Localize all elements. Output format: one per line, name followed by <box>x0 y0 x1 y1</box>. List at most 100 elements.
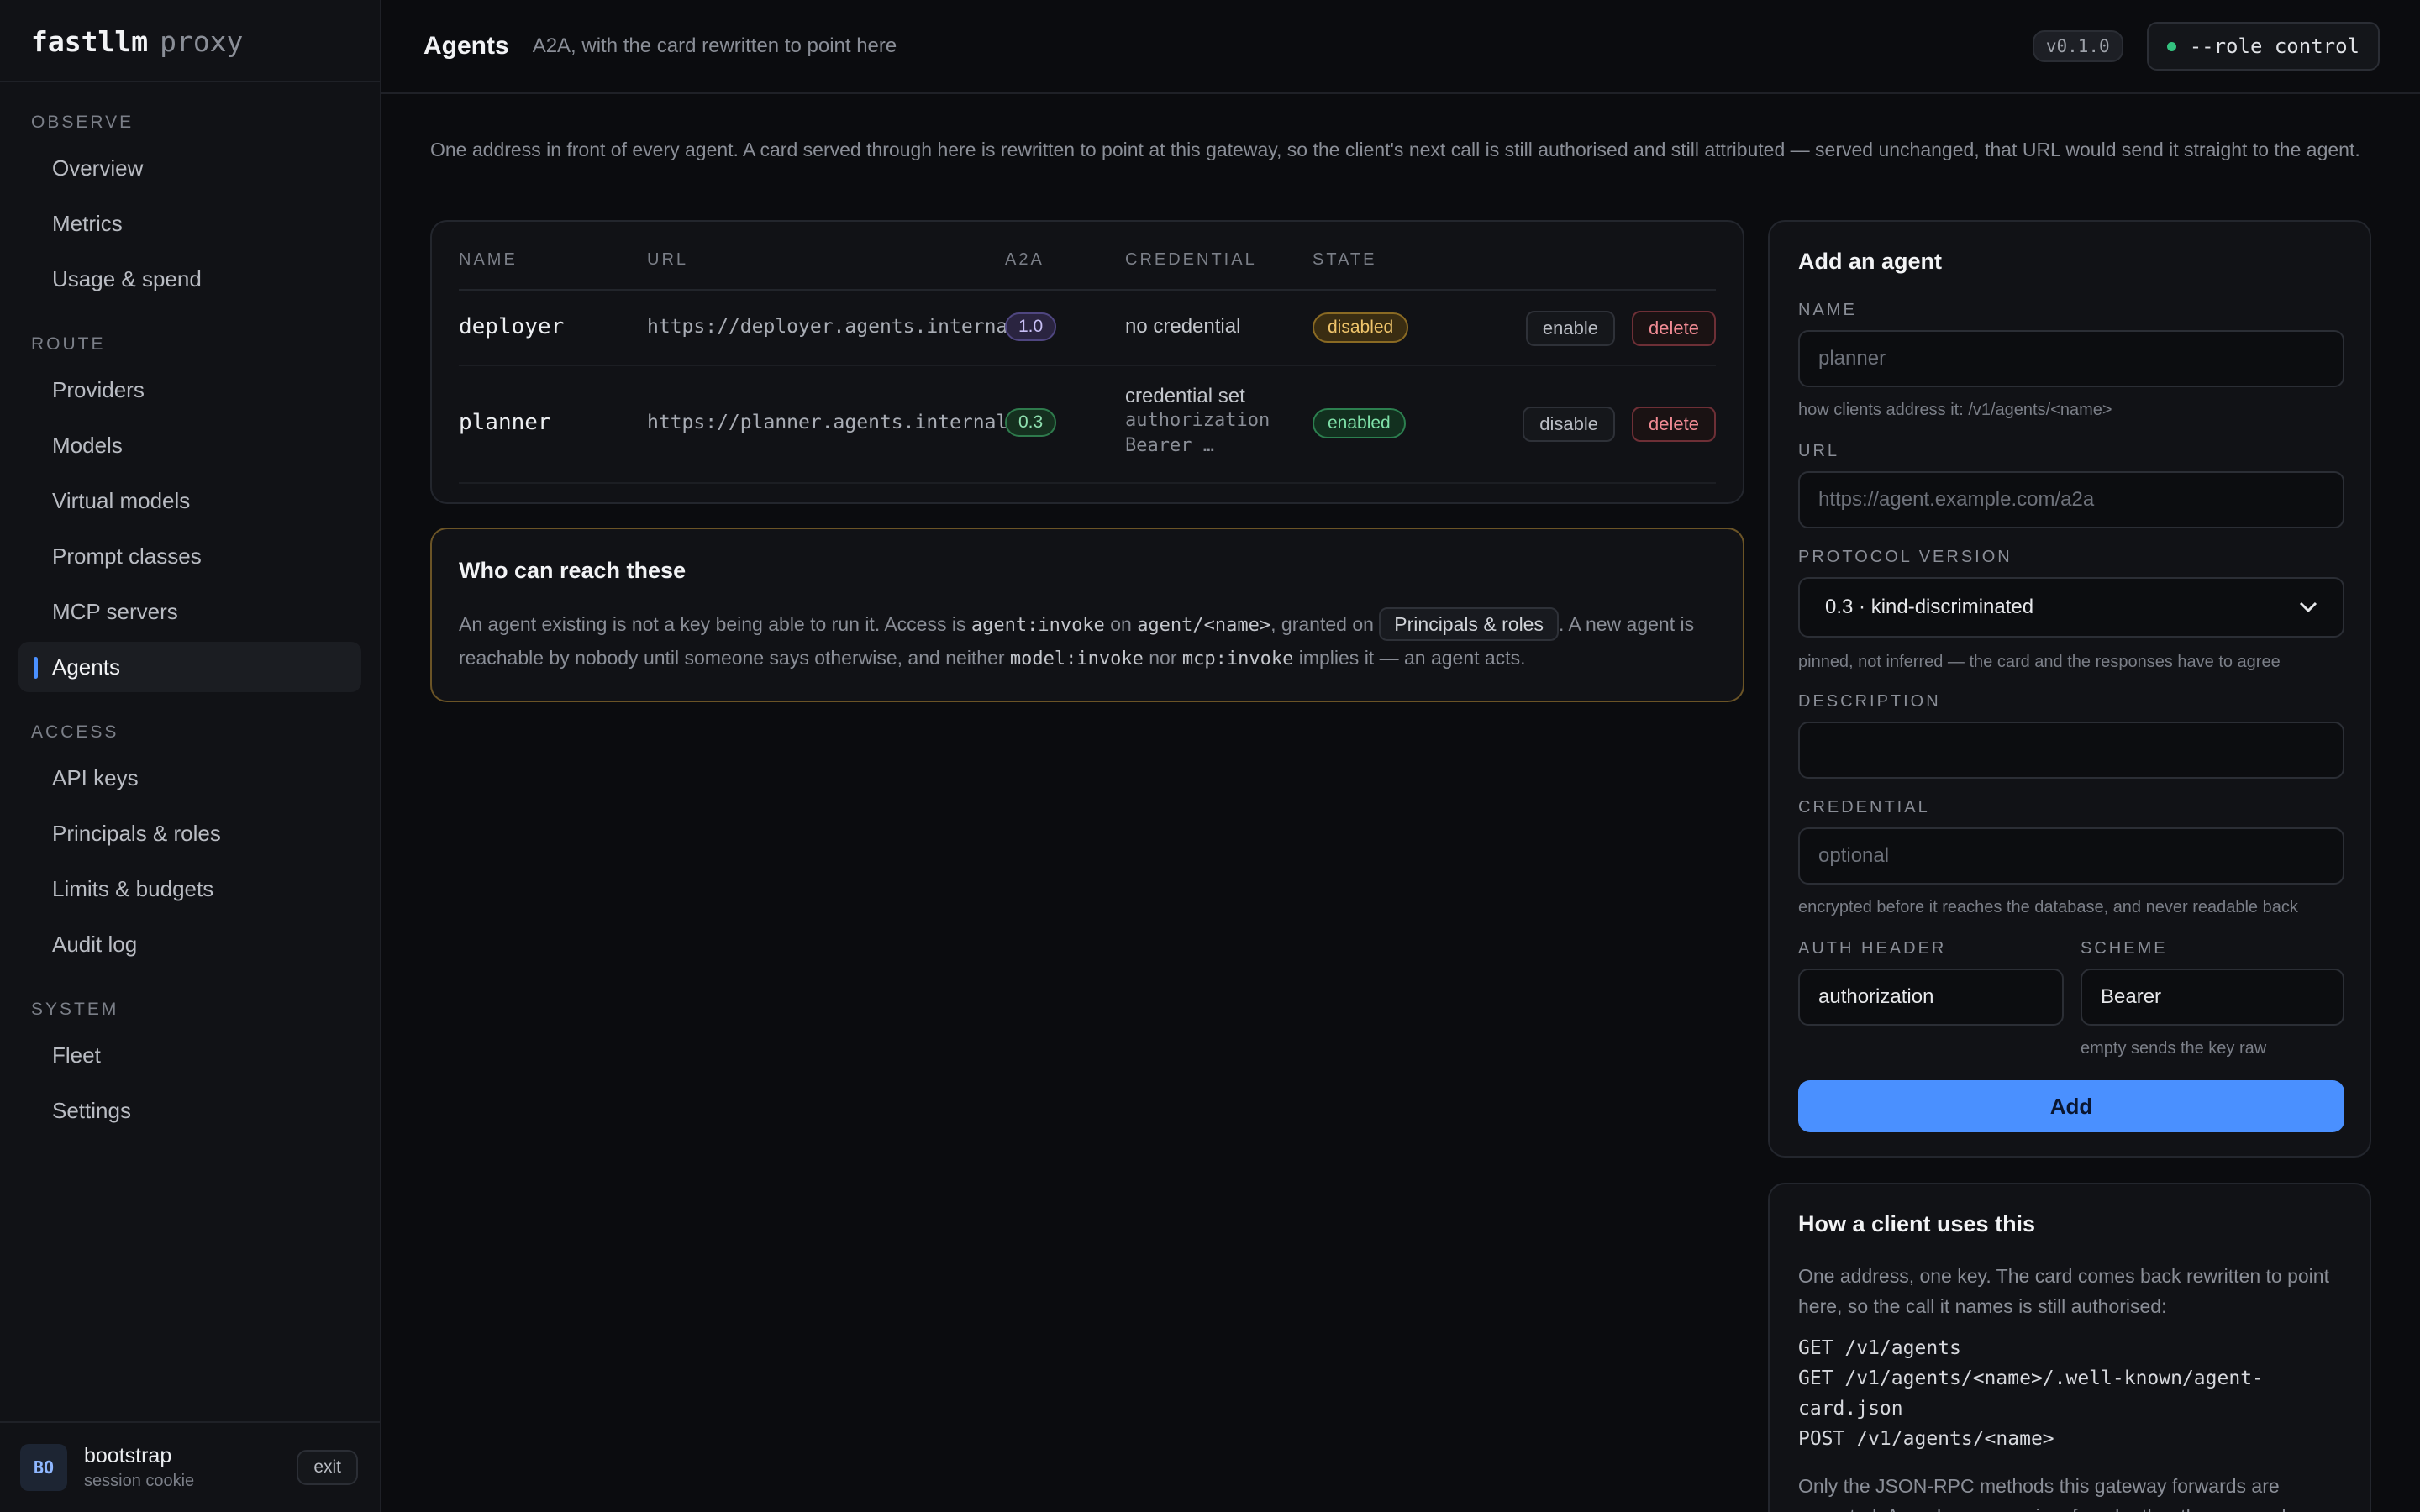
nav-section-title: SYSTEM <box>31 1000 119 1019</box>
sidebar-item-usage-spend[interactable]: Usage & spend <box>18 254 361 304</box>
sidebar-item-overview[interactable]: Overview <box>18 143 361 193</box>
status-dot-icon <box>2166 41 2176 51</box>
description-input[interactable] <box>1798 722 2344 779</box>
page-header: Agents A2A, with the card rewritten to p… <box>381 0 2420 94</box>
column-header-name: NAME <box>459 250 518 269</box>
permission-code: model:invoke <box>1009 648 1144 669</box>
sidebar-item-fleet[interactable]: Fleet <box>18 1030 361 1080</box>
form-title: Add an agent <box>1798 249 1943 274</box>
main-content: Agents A2A, with the card rewritten to p… <box>381 0 2420 1512</box>
nav-section-observe: OBSERVE Overview Metrics Usage & spend <box>0 106 380 304</box>
protocol-field-group: PROTOCOL VERSION 0.3 · kind-discriminate… <box>1798 548 2344 672</box>
sidebar-item-api-keys[interactable]: API keys <box>18 753 361 803</box>
usage-intro-text: One address, one key. The card comes bac… <box>1798 1265 2329 1317</box>
scheme-label: SCHEME <box>2081 939 2168 958</box>
intro-text: One address in front of every agent. A c… <box>430 139 2360 160</box>
credential-status: no credential <box>1125 315 1241 338</box>
user-name: bootstrap <box>84 1444 172 1467</box>
chevron-down-icon <box>2299 601 2317 613</box>
status-badge: enabled <box>1313 408 1406 438</box>
protocol-label: PROTOCOL VERSION <box>1798 548 2012 566</box>
name-input[interactable]: planner <box>1798 330 2344 387</box>
card-title: How a client uses this <box>1798 1211 2036 1236</box>
card-title: Who can reach these <box>459 558 687 583</box>
page-title: Agents <box>424 32 509 60</box>
sidebar: fastllm proxy OBSERVE Overview Metrics Us… <box>0 0 381 1512</box>
sidebar-item-settings[interactable]: Settings <box>18 1085 361 1136</box>
description-label: DESCRIPTION <box>1798 692 1941 711</box>
agents-table: NAME URL A2A CREDENTIAL STATE deployer h… <box>430 220 1744 504</box>
add-agent-button[interactable]: Add <box>1798 1080 2344 1132</box>
user-session-type: session cookie <box>84 1472 195 1490</box>
user-session: BO bootstrap session cookie exit <box>0 1421 380 1512</box>
resource-code: agent/<name> <box>1137 615 1271 636</box>
brand-logo[interactable]: fastllm proxy <box>0 0 380 82</box>
sidebar-item-agents[interactable]: Agents <box>18 642 361 692</box>
url-input[interactable]: https://agent.example.com/a2a <box>1798 471 2344 528</box>
client-usage-card: How a client uses this One address, one … <box>1768 1183 2371 1512</box>
disable-button[interactable]: disable <box>1523 407 1615 442</box>
agent-name: deployer <box>459 314 565 339</box>
endpoint-item: GET /v1/agents <box>1798 1337 1961 1359</box>
sidebar-item-prompt-classes[interactable]: Prompt classes <box>18 531 361 581</box>
enable-button[interactable]: enable <box>1525 311 1615 346</box>
agent-url: https://planner.agents.internal/ <box>647 412 1020 433</box>
nav-section-access: ACCESS API keys Principals & roles Limit… <box>0 716 380 969</box>
sidebar-item-mcp-servers[interactable]: MCP servers <box>18 586 361 637</box>
column-header-credential: CREDENTIAL <box>1125 250 1257 269</box>
access-info-text: An agent existing is not a key being abl… <box>459 607 1716 675</box>
description-field-group: DESCRIPTION <box>1798 692 2344 779</box>
sidebar-item-providers[interactable]: Providers <box>18 365 361 415</box>
sidebar-item-virtual-models[interactable]: Virtual models <box>18 475 361 526</box>
column-header-url: URL <box>647 250 689 269</box>
endpoint-item: GET /v1/agents/<name>/.well-known/agent-… <box>1798 1368 2264 1420</box>
agent-url: https://deployer.agents.internal <box>647 316 1020 338</box>
credential-header: authorization <box>1125 410 1270 431</box>
nav-section-route: ROUTE Providers Models Virtual models Pr… <box>0 328 380 692</box>
url-field-group: URL https://agent.example.com/a2a <box>1798 442 2344 528</box>
url-label: URL <box>1798 442 1840 460</box>
table-header: NAME URL A2A CREDENTIAL STATE <box>459 222 1716 291</box>
nav-section-title: ROUTE <box>31 334 106 354</box>
sidebar-item-principals-roles[interactable]: Principals & roles <box>18 808 361 858</box>
auth-header-label: AUTH HEADER <box>1798 939 1947 958</box>
a2a-version-badge: 0.3 <box>1005 408 1057 437</box>
protocol-hint: pinned, not inferred — the card and the … <box>1798 653 2281 671</box>
status-badge: disabled <box>1313 312 1409 343</box>
nav-section-title: ACCESS <box>31 722 119 742</box>
add-agent-form: Add an agent NAME planner how clients ad… <box>1768 220 2371 1158</box>
scheme-input[interactable]: Bearer <box>2081 969 2344 1026</box>
permission-code: agent:invoke <box>971 615 1105 636</box>
role-label: --role control <box>2189 34 2360 58</box>
delete-button[interactable]: delete <box>1632 407 1716 442</box>
page-subtitle: A2A, with the card rewritten to point he… <box>532 34 897 57</box>
delete-button[interactable]: delete <box>1632 311 1716 346</box>
credential-details: credential set authorization Bearer … <box>1125 385 1270 459</box>
sidebar-item-metrics[interactable]: Metrics <box>18 198 361 249</box>
version-badge: v0.1.0 <box>2032 30 2123 62</box>
usage-note-text: Only the JSON-RPC methods this gateway f… <box>1798 1475 2286 1512</box>
exit-button[interactable]: exit <box>297 1450 358 1485</box>
endpoint-list: GET /v1/agents GET /v1/agents/<name>/.we… <box>1798 1333 2341 1454</box>
principals-roles-link[interactable]: Principals & roles <box>1379 607 1559 641</box>
nav-section-title: OBSERVE <box>31 113 134 132</box>
credential-input[interactable]: optional <box>1798 827 2344 885</box>
credential-scheme: Bearer … <box>1125 435 1214 456</box>
credential-label: CREDENTIAL <box>1798 798 1930 816</box>
protocol-version-select[interactable]: 0.3 · kind-discriminated <box>1798 577 2344 638</box>
endpoint-item: POST /v1/agents/<name> <box>1798 1428 2054 1450</box>
scheme-field-group: SCHEME Bearer empty sends the key raw <box>2081 939 2344 1058</box>
credential-hint: encrypted before it reaches the database… <box>1798 898 2298 916</box>
user-info: bootstrap session cookie <box>84 1444 297 1491</box>
agent-name: planner <box>459 410 551 435</box>
auth-header-field-group: AUTH HEADER authorization <box>1798 939 2064 1026</box>
sidebar-item-audit-log[interactable]: Audit log <box>18 919 361 969</box>
sidebar-item-models[interactable]: Models <box>18 420 361 470</box>
name-field-group: NAME planner how clients address it: /v1… <box>1798 301 2344 420</box>
auth-header-input[interactable]: authorization <box>1798 969 2064 1026</box>
nav-section-system: SYSTEM Fleet Settings <box>0 993 380 1136</box>
a2a-version-badge: 1.0 <box>1005 312 1057 341</box>
sidebar-item-limits-budgets[interactable]: Limits & budgets <box>18 864 361 914</box>
role-button[interactable]: --role control <box>2146 22 2380 71</box>
protocol-selected-value: 0.3 · kind-discriminated <box>1825 596 2034 618</box>
